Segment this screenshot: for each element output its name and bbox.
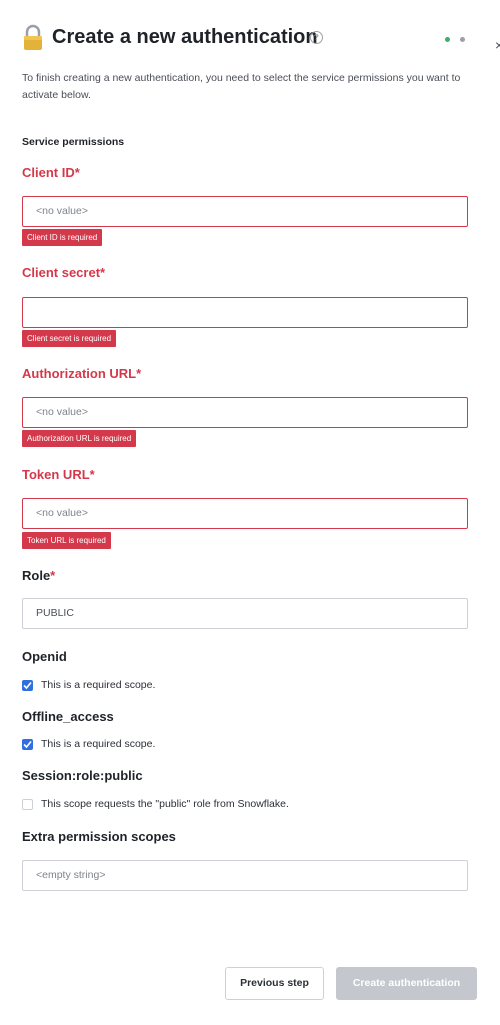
lock-icon [22,24,44,52]
extra-scopes-input[interactable]: <empty string> [22,860,468,891]
openid-label: Openid [22,649,67,664]
role-input[interactable]: PUBLIC [22,598,468,629]
dialog-description: To finish creating a new authentication,… [22,72,461,101]
openid-checkbox-text: This is a required scope. [41,679,156,691]
offline-access-checkbox-text: This is a required scope. [41,738,156,750]
client-secret-error: Client secret is required [22,330,117,347]
session-role-public-checkbox[interactable] [22,799,33,810]
extra-scopes-label: Extra permission scopes [22,829,176,844]
client-id-error: Client ID is required [22,229,103,246]
client-secret-label: Client secret* [22,265,106,280]
authorization-url-error: Authorization URL is required [22,430,137,447]
client-secret-input[interactable] [22,297,468,328]
check-icon [23,740,32,749]
offline-access-checkbox[interactable] [22,739,33,750]
check-icon [23,681,32,690]
client-id-label: Client ID* [22,165,80,180]
authorization-url-input[interactable]: <no value> [22,397,468,428]
session-role-public-checkbox-text: This scope requests the "public" role fr… [41,798,289,810]
openid-checkbox[interactable] [22,680,33,691]
role-label: Role* [22,568,56,583]
previous-step-button[interactable]: Previous step [225,967,324,1000]
status-dot-icon [460,37,465,42]
client-id-input[interactable]: <no value> [22,196,468,227]
status-dot-icon [445,37,450,42]
create-authentication-button[interactable]: Create authentication [336,967,477,1000]
token-url-error: Token URL is required [22,532,111,549]
token-url-label: Token URL* [22,467,95,482]
token-url-input[interactable]: <no value> [22,498,468,529]
dialog-title: Create a new authentication [52,26,318,48]
help-icon[interactable]: ? [310,31,323,44]
offline-access-label: Offline_access [22,709,114,724]
close-icon[interactable]: × [495,38,500,52]
authorization-url-label: Authorization URL* [22,366,142,381]
section-title: Service permissions [22,136,125,148]
session-role-public-label: Session:role:public [22,768,143,783]
dialog-header: Create a new authentication ? × [22,24,500,54]
